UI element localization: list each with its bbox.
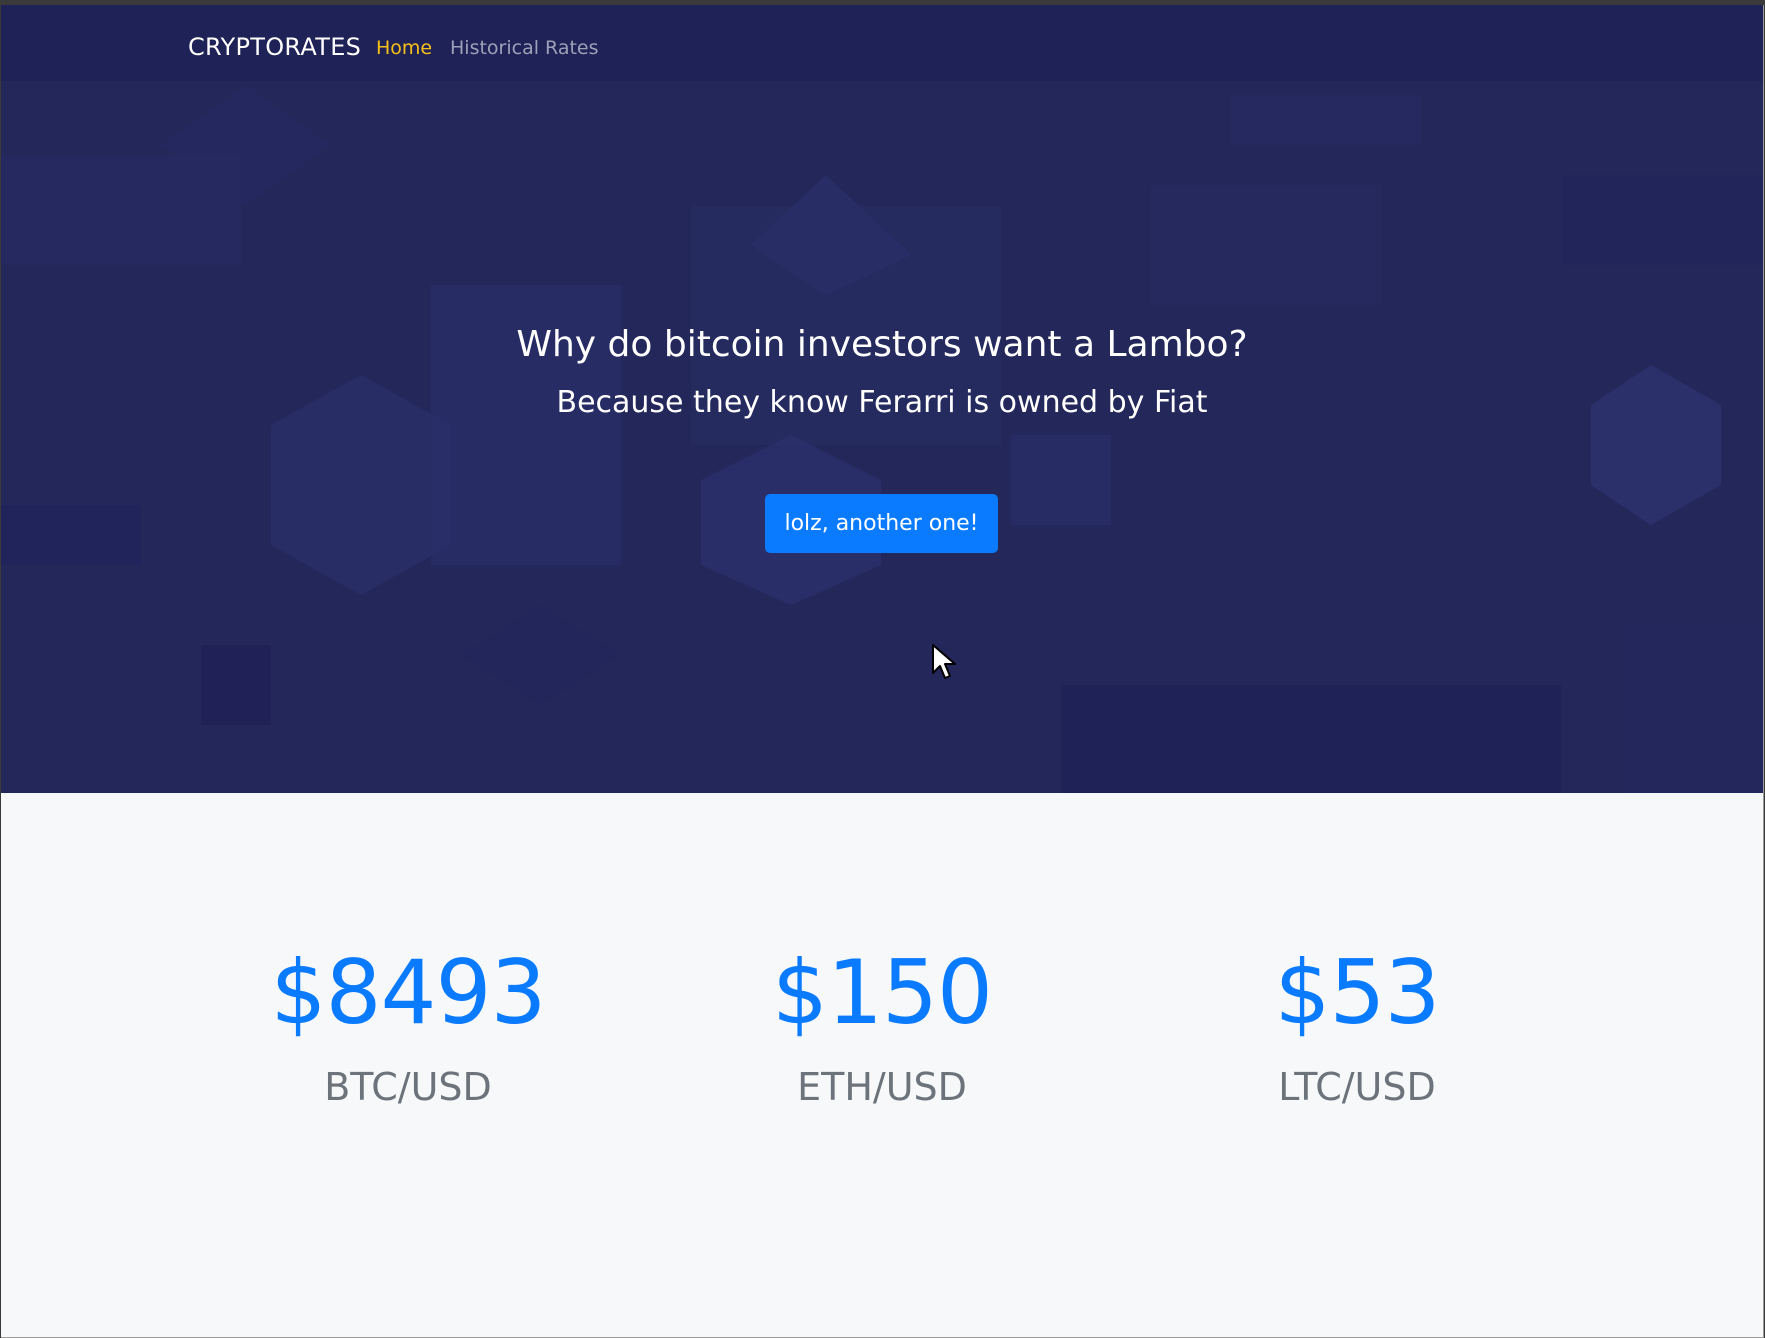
brand-logo-link[interactable]: CRYPTORATES [188, 33, 361, 61]
rates-section: $8493 BTC/USD $150 ETH/USD $53 LTC/USD [1, 793, 1763, 1337]
another-joke-button[interactable]: lolz, another one! [765, 494, 998, 553]
page: CRYPTORATES Home Historical Rates Why do… [1, 5, 1764, 1338]
rate-value: $8493 [270, 941, 547, 1044]
mouse-pointer-icon [932, 644, 956, 679]
nav-link-historical-rates[interactable]: Historical Rates [450, 37, 599, 59]
top-navbar: CRYPTORATES Home Historical Rates [1, 5, 1763, 81]
rate-value: $53 [1274, 941, 1441, 1044]
rate-pair-label: ETH/USD [797, 1065, 967, 1109]
joke-punchline: Because they know Ferarri is owned by Fi… [556, 385, 1208, 420]
rate-card-ltc: $53 LTC/USD [1147, 941, 1567, 1110]
rate-card-btc: $8493 BTC/USD [198, 941, 618, 1110]
rate-pair-label: BTC/USD [324, 1065, 492, 1109]
hero-section: CRYPTORATES Home Historical Rates Why do… [1, 5, 1763, 793]
rate-pair-label: LTC/USD [1278, 1065, 1436, 1109]
rate-value: $150 [772, 941, 993, 1044]
nav-link-home[interactable]: Home [376, 37, 432, 59]
rate-card-eth: $150 ETH/USD [672, 941, 1092, 1110]
joke-question: Why do bitcoin investors want a Lambo? [516, 324, 1248, 365]
